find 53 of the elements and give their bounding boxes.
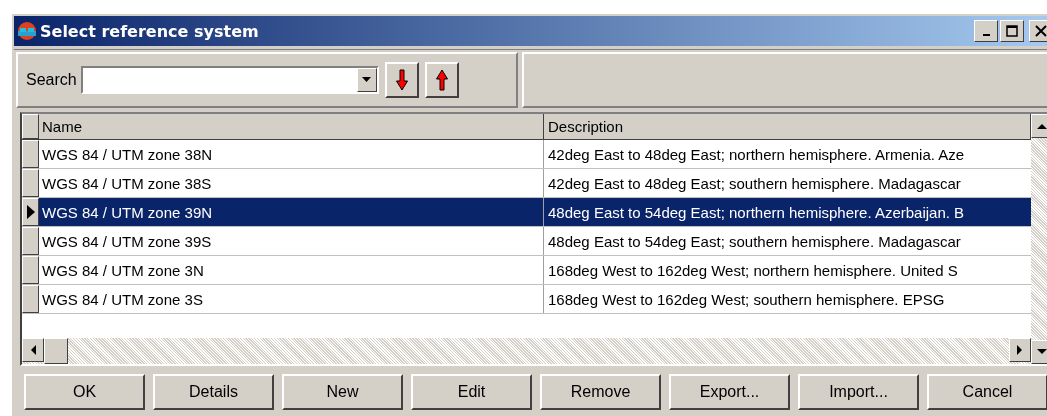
table-row[interactable]: WGS 84 / UTM zone 3N 168deg West to 162deg West; northern hemisphere. United S	[22, 256, 1031, 285]
table-row[interactable]: WGS 84 / UTM zone 38N 42deg East to 48deg East; northern hemisphere. Armenia. Aze	[22, 140, 1031, 169]
search-field[interactable]	[80, 66, 379, 94]
table-row[interactable]: WGS 84 / UTM zone 3S 168deg West to 162deg West; southern hemisphere. EPSG	[22, 285, 1031, 314]
scroll-left-button[interactable]	[22, 338, 44, 362]
caret-icon	[362, 77, 372, 83]
up-arrow-icon	[1037, 123, 1047, 129]
dialog-button[interactable]: Edit	[411, 374, 532, 410]
dialog-button[interactable]: Import...	[798, 374, 919, 410]
up-arrow-icon	[435, 69, 448, 91]
table-cell-text: 168deg West to 162deg West; southern hemisphere. EPSG	[547, 289, 946, 310]
left-arrow-icon	[30, 345, 36, 355]
scroll-down-button[interactable]	[1031, 340, 1047, 364]
scroll-up-button[interactable]	[1031, 114, 1047, 138]
vertical-scrollbar[interactable]	[1031, 114, 1047, 364]
dropdown-button[interactable]	[356, 68, 377, 92]
move-up-button[interactable]	[424, 62, 459, 98]
table-cell: WGS 84 / UTM zone 3N	[39, 256, 544, 284]
table-cell: WGS 84 / UTM zone 39N	[39, 198, 544, 226]
table-cell-text: 42deg East to 48deg East; northern hemisphere. Armenia. Aze	[547, 144, 966, 165]
window-title: Select reference system	[40, 21, 259, 41]
minimize-button[interactable]	[974, 20, 998, 42]
current-row-icon	[26, 205, 35, 219]
dialog-button[interactable]: Cancel	[927, 374, 1047, 410]
scroll-right-button[interactable]	[1009, 338, 1031, 362]
dialog-button[interactable]: New	[282, 374, 403, 410]
table-cell: 48deg East to 54deg East; northern hemisphere. Azerbaijan. B	[544, 198, 1031, 226]
right-arrow-icon	[1017, 345, 1023, 355]
table-cell-text: 168deg West to 162deg West; northern hemisphere. United S	[547, 260, 959, 281]
close-icon	[1035, 25, 1047, 37]
maximize-button[interactable]	[1000, 20, 1024, 42]
table-cell: WGS 84 / UTM zone 39S	[39, 227, 544, 255]
dialog-button[interactable]: Details	[153, 374, 274, 410]
dialog-button[interactable]: Remove	[540, 374, 661, 410]
down-arrow-icon	[395, 69, 408, 91]
table-cell: WGS 84 / UTM zone 3S	[39, 285, 544, 313]
dialog-button[interactable]: Export...	[669, 374, 790, 410]
table-cell: WGS 84 / UTM zone 38S	[39, 169, 544, 197]
table-cell-text: 42deg East to 48deg East; southern hemisphere. Madagascar	[547, 173, 962, 194]
table-cell-text: 48deg East to 54deg East; southern hemisphere. Madagascar	[547, 231, 962, 252]
table-cell: WGS 84 / UTM zone 38N	[39, 140, 544, 168]
dialog-button[interactable]: OK	[24, 374, 145, 410]
column-header[interactable]: Name	[39, 114, 544, 139]
move-down-button[interactable]	[384, 62, 419, 98]
close-button[interactable]	[1029, 20, 1047, 42]
table-row[interactable]: WGS 84 / UTM zone 39S 48deg East to 54deg East; southern hemisphere. Madagascar	[22, 227, 1031, 256]
horizontal-scrollbar[interactable]	[22, 338, 1031, 364]
maximize-icon	[1006, 25, 1018, 37]
down-arrow-icon	[1037, 349, 1047, 355]
search-label: Search	[26, 71, 77, 89]
table-row[interactable]: WGS 84 / UTM zone 39N 48deg East to 54deg East; northern hemisphere. Azerbaijan. B	[22, 198, 1031, 227]
minimize-icon	[982, 34, 990, 36]
scroll-thumb[interactable]	[44, 338, 68, 364]
